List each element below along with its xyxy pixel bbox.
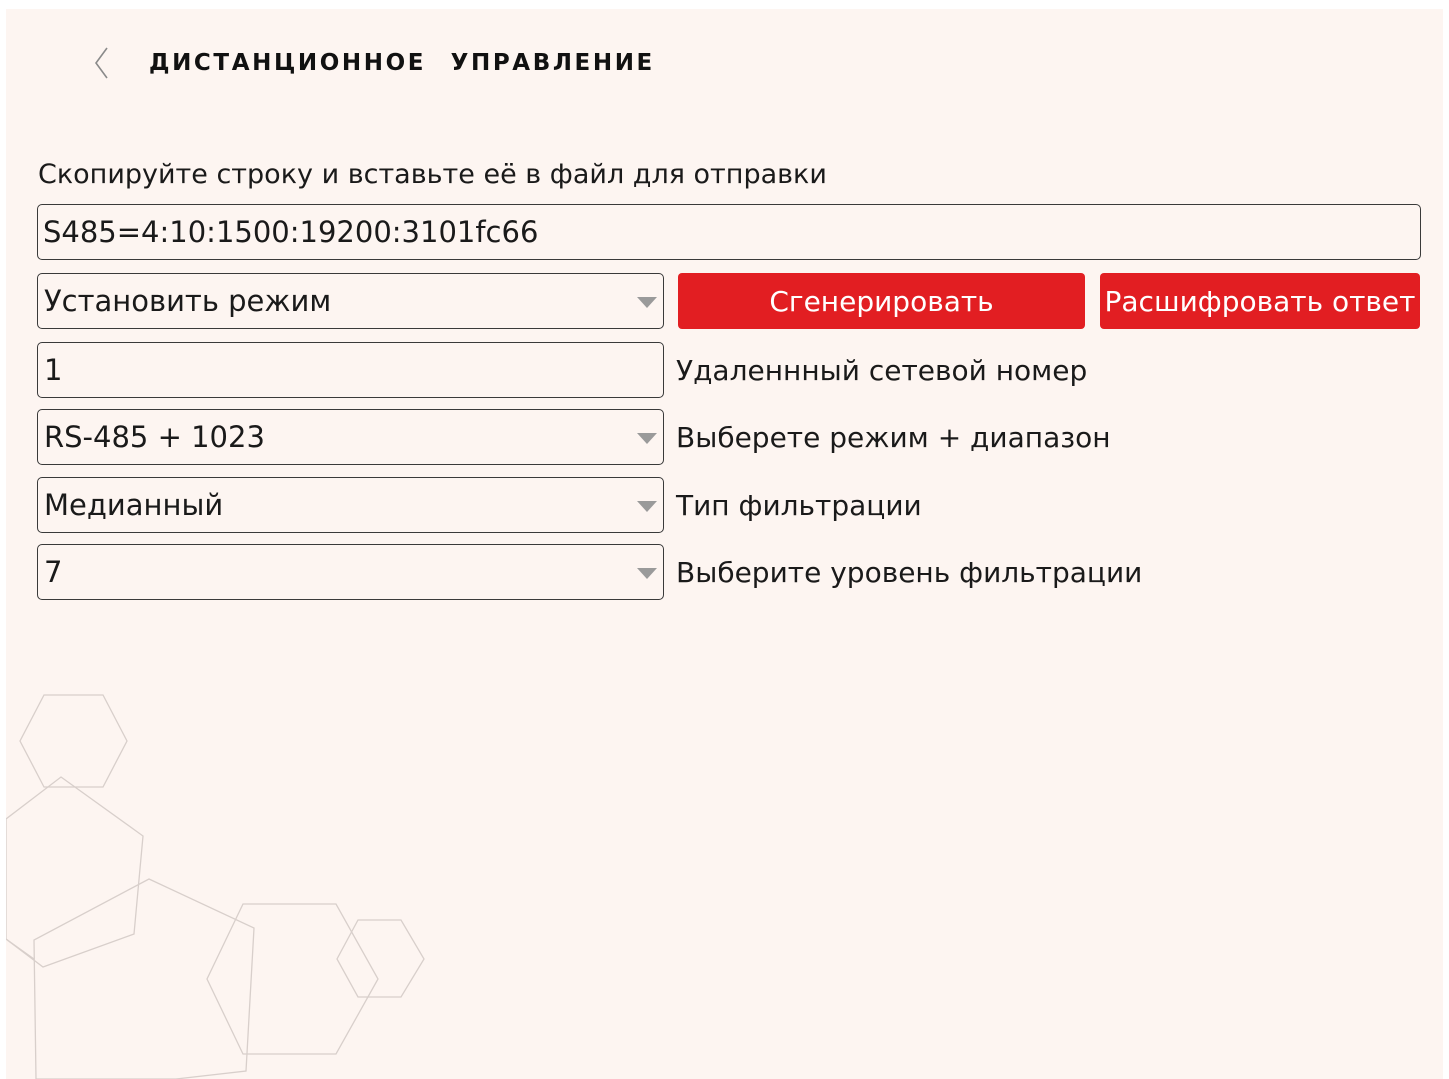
triangle-down-icon — [637, 568, 657, 579]
filter-level-label: Выберите уровень фильтрации — [676, 556, 1143, 589]
command-string-value: S485=4:10:1500:19200:3101fc66 — [43, 215, 539, 249]
filter-level-value: 7 — [44, 555, 63, 589]
chevron-left-icon — [95, 47, 108, 79]
network-number-input[interactable]: 1 — [37, 342, 664, 398]
mode-range-value: RS-485 + 1023 — [44, 420, 265, 454]
network-number-value: 1 — [44, 353, 63, 387]
generate-button[interactable]: Сгенерировать — [678, 273, 1085, 329]
triangle-down-icon — [637, 433, 657, 444]
filter-type-label: Тип фильтрации — [676, 489, 922, 522]
mode-range-select[interactable]: RS-485 + 1023 — [37, 409, 664, 465]
command-string-field[interactable]: S485=4:10:1500:19200:3101fc66 — [37, 204, 1421, 260]
remote-control-page: ДИСТАНЦИОННОЕ УПРАВЛЕНИЕ Скопируйте стро… — [6, 9, 1443, 1079]
filter-type-select[interactable]: Медианный — [37, 477, 664, 533]
filter-type-value: Медианный — [44, 488, 224, 522]
action-select[interactable]: Установить режим — [37, 273, 664, 329]
action-select-value: Установить режим — [44, 284, 332, 318]
decode-response-button[interactable]: Расшифровать ответ — [1100, 273, 1420, 329]
page-header: ДИСТАНЦИОННОЕ УПРАВЛЕНИЕ — [86, 43, 655, 83]
back-button[interactable] — [86, 43, 116, 83]
filter-level-select[interactable]: 7 — [37, 544, 664, 600]
mode-range-label: Выберете режим + диапазон — [676, 421, 1111, 454]
instruction-text: Скопируйте строку и вставьте её в файл д… — [38, 159, 827, 190]
page-title: ДИСТАНЦИОННОЕ УПРАВЛЕНИЕ — [149, 50, 655, 76]
network-number-label: Удаленнный сетевой номер — [676, 354, 1088, 387]
triangle-down-icon — [637, 501, 657, 512]
triangle-down-icon — [637, 297, 657, 308]
